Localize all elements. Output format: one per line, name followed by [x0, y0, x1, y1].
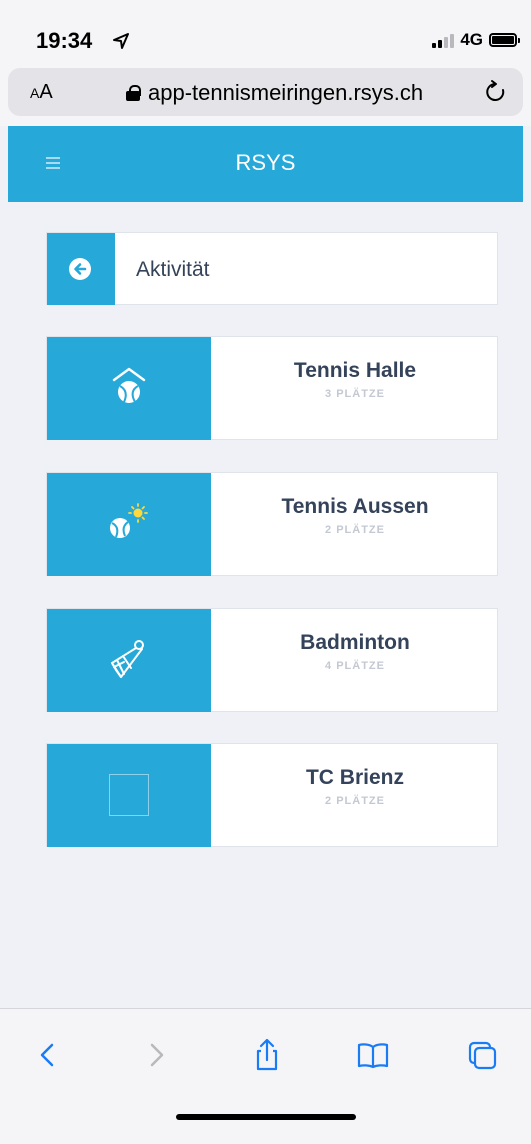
arrow-left-circle-icon	[69, 258, 91, 280]
activity-courts: 4 PLÄTZE	[325, 660, 385, 672]
bookmarks-icon[interactable]	[353, 1035, 393, 1075]
activity-icon-container	[47, 744, 211, 847]
activity-card-tennis-halle[interactable]: Tennis Halle 3 PLÄTZE	[46, 336, 498, 440]
activity-name: Badminton	[300, 631, 410, 654]
placeholder-square-icon	[109, 774, 149, 816]
lock-icon	[126, 85, 141, 101]
browser-address-area: AA app-tennismeiringen.rsys.ch	[0, 64, 531, 126]
activity-courts: 2 PLÄTZE	[325, 795, 385, 807]
activity-courts: 3 PLÄTZE	[325, 388, 385, 400]
tennis-hall-icon	[112, 367, 146, 403]
activity-card-badminton[interactable]: Badminton 4 PLÄTZE	[46, 608, 498, 712]
share-icon[interactable]	[247, 1035, 287, 1075]
home-indicator[interactable]	[176, 1114, 356, 1120]
activity-name: TC Brienz	[305, 766, 404, 789]
reader-text-size-button[interactable]: AA	[30, 81, 53, 104]
back-chevron-icon[interactable]	[28, 1035, 68, 1075]
signal-icon	[432, 32, 455, 48]
location-arrow-icon	[113, 33, 129, 49]
status-bar: 19:34 4G	[0, 0, 531, 64]
app-header: RSYS	[8, 126, 523, 202]
forward-chevron-icon[interactable]	[136, 1035, 176, 1075]
battery-icon	[489, 33, 520, 47]
url-display[interactable]: app-tennismeiringen.rsys.ch	[126, 80, 423, 106]
activity-icon-container	[47, 609, 211, 712]
back-button[interactable]: Aktivität	[46, 232, 498, 305]
activity-icon-container	[47, 473, 211, 576]
app-title: RSYS	[235, 150, 296, 175]
browser-toolbar	[0, 1008, 531, 1144]
address-bar[interactable]: AA app-tennismeiringen.rsys.ch	[8, 68, 523, 116]
status-time: 19:34	[36, 28, 93, 53]
activity-card-tennis-aussen[interactable]: Tennis Aussen 2 PLÄTZE	[46, 472, 498, 576]
reload-icon[interactable]	[483, 78, 509, 106]
main-content: Aktivität Tennis Halle 3 PLÄTZE Tennis A…	[8, 202, 523, 1008]
tennis-sun-icon	[110, 503, 148, 538]
back-label: Aktivität	[136, 258, 210, 281]
activity-card-tc-brienz[interactable]: TC Brienz 2 PLÄTZE	[46, 743, 498, 847]
back-icon-container	[47, 233, 115, 305]
status-indicators: 4G	[432, 28, 520, 52]
activity-name: Tennis Halle	[293, 359, 417, 382]
network-type: 4G	[460, 30, 483, 49]
shuttlecock-icon	[111, 640, 144, 678]
url-text: app-tennismeiringen.rsys.ch	[148, 80, 424, 105]
tabs-icon[interactable]	[462, 1035, 502, 1075]
activity-icon-container	[47, 337, 211, 440]
activity-courts: 2 PLÄTZE	[325, 524, 385, 536]
activity-name: Tennis Aussen	[281, 495, 429, 518]
